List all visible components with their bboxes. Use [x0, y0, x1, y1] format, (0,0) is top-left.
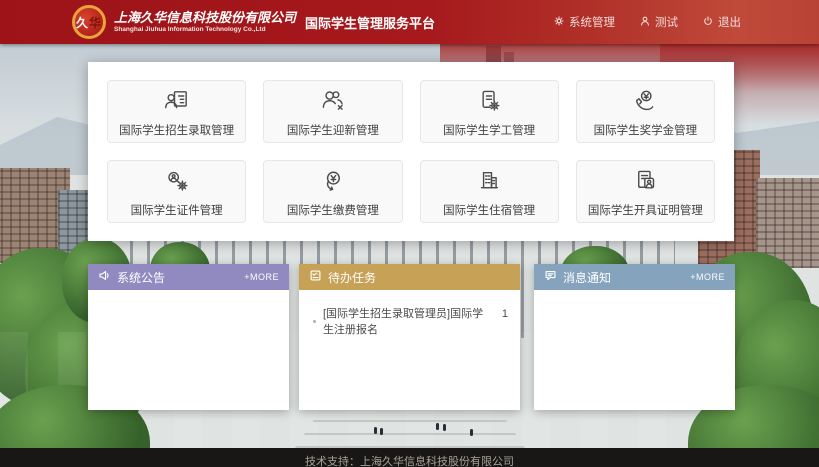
module-admission[interactable]: 国际学生招生录取管理 [107, 80, 246, 143]
brand-logo: 久华 上海久华信息科技股份有限公司 Shanghai Jiuhua Inform… [72, 5, 296, 39]
module-label: 国际学生奖学金管理 [594, 122, 698, 138]
nav-current-user[interactable]: 测试 [639, 14, 678, 30]
panel-title: 待办任务 [328, 269, 376, 286]
module-label: 国际学生迎新管理 [287, 122, 379, 138]
module-label: 国际学生住宿管理 [443, 202, 535, 218]
module-label: 国际学生证件管理 [131, 202, 223, 218]
nav-label: 退出 [718, 14, 741, 30]
module-certificate[interactable]: 国际学生开具证明管理 [576, 160, 715, 223]
module-student-affairs[interactable]: 国际学生学工管理 [420, 80, 559, 143]
module-accommodation[interactable]: 国际学生住宿管理 [420, 160, 559, 223]
module-orientation[interactable]: 国际学生迎新管理 [263, 80, 402, 143]
nav-label: 测试 [655, 14, 678, 30]
module-label: 国际学生招生录取管理 [119, 122, 234, 138]
power-icon [702, 15, 714, 30]
todos-header: 待办任务 [299, 264, 520, 290]
payment-icon [318, 166, 348, 196]
panel-title: 消息通知 [563, 269, 611, 286]
footer-bar: 技术支持：上海久华信息科技股份有限公司 [0, 448, 819, 467]
nav-label: 系统管理 [569, 14, 615, 30]
message-icon [544, 269, 557, 285]
announcements-body [88, 290, 289, 410]
module-id-card[interactable]: 国际学生证件管理 [107, 160, 246, 223]
id-card-icon [162, 166, 192, 196]
bg-pedestrian [443, 424, 446, 431]
todo-list-item[interactable]: [国际学生招生录取管理员]国际学生注册报名 1 [299, 290, 520, 337]
logo-char-2: 华 [89, 14, 102, 31]
module-label: 国际学生缴费管理 [287, 202, 379, 218]
module-payment[interactable]: 国际学生缴费管理 [263, 160, 402, 223]
certificate-icon [630, 166, 660, 196]
panel-message-notifications: 消息通知 +MORE [534, 264, 735, 410]
nav-logout[interactable]: 退出 [702, 14, 741, 30]
messages-header: 消息通知 +MORE [534, 264, 735, 290]
building-icon [474, 166, 504, 196]
company-name-en: Shanghai Jiuhua Information Technology C… [114, 26, 296, 34]
logo-char-1: 久 [76, 14, 89, 31]
platform-title: 国际学生管理服务平台 [305, 13, 435, 32]
announcement-icon [98, 269, 111, 285]
todo-count-badge: 1 [502, 308, 508, 320]
bg-pedestrian [436, 423, 439, 430]
panel-title: 系统公告 [117, 269, 165, 286]
bullet-icon [313, 320, 316, 323]
bg-pedestrian [470, 429, 473, 436]
jiuhua-logo-icon: 久华 [72, 5, 106, 39]
admission-icon [162, 86, 192, 116]
bg-pedestrian [374, 427, 377, 434]
company-name-cn: 上海久华信息科技股份有限公司 [114, 10, 296, 26]
scholarship-icon [630, 86, 660, 116]
module-label: 国际学生学工管理 [443, 122, 535, 138]
bg-pedestrian [380, 428, 383, 435]
announcements-header: 系统公告 +MORE [88, 264, 289, 290]
messages-more-link[interactable]: +MORE [690, 272, 725, 282]
todo-icon [309, 269, 322, 285]
messages-body [534, 290, 735, 410]
gear-icon [553, 15, 565, 30]
todo-text: [国际学生招生录取管理员]国际学生注册报名 [323, 305, 492, 337]
module-label: 国际学生开具证明管理 [588, 202, 703, 218]
modules-card: 国际学生招生录取管理 国际学生迎新管理 国际学生学工管理 国际学生奖学金管理 国 [88, 62, 734, 241]
nav-system-management[interactable]: 系统管理 [553, 14, 615, 30]
student-affairs-icon [474, 86, 504, 116]
module-scholarship[interactable]: 国际学生奖学金管理 [576, 80, 715, 143]
announcements-more-link[interactable]: +MORE [244, 272, 279, 282]
company-name-block: 上海久华信息科技股份有限公司 Shanghai Jiuhua Informati… [114, 10, 296, 34]
todos-body: [国际学生招生录取管理员]国际学生注册报名 1 [299, 290, 520, 410]
orientation-icon [318, 86, 348, 116]
panel-todo-tasks: 待办任务 [国际学生招生录取管理员]国际学生注册报名 1 [299, 264, 520, 410]
top-header-bar: 久华 上海久华信息科技股份有限公司 Shanghai Jiuhua Inform… [0, 0, 819, 44]
footer-support-text: 技术支持：上海久华信息科技股份有限公司 [305, 448, 514, 467]
modules-grid: 国际学生招生录取管理 国际学生迎新管理 国际学生学工管理 国际学生奖学金管理 国 [107, 80, 715, 223]
user-icon [639, 15, 651, 30]
panel-system-announcements: 系统公告 +MORE [88, 264, 289, 410]
header-nav: 系统管理 测试 退出 [553, 0, 741, 44]
